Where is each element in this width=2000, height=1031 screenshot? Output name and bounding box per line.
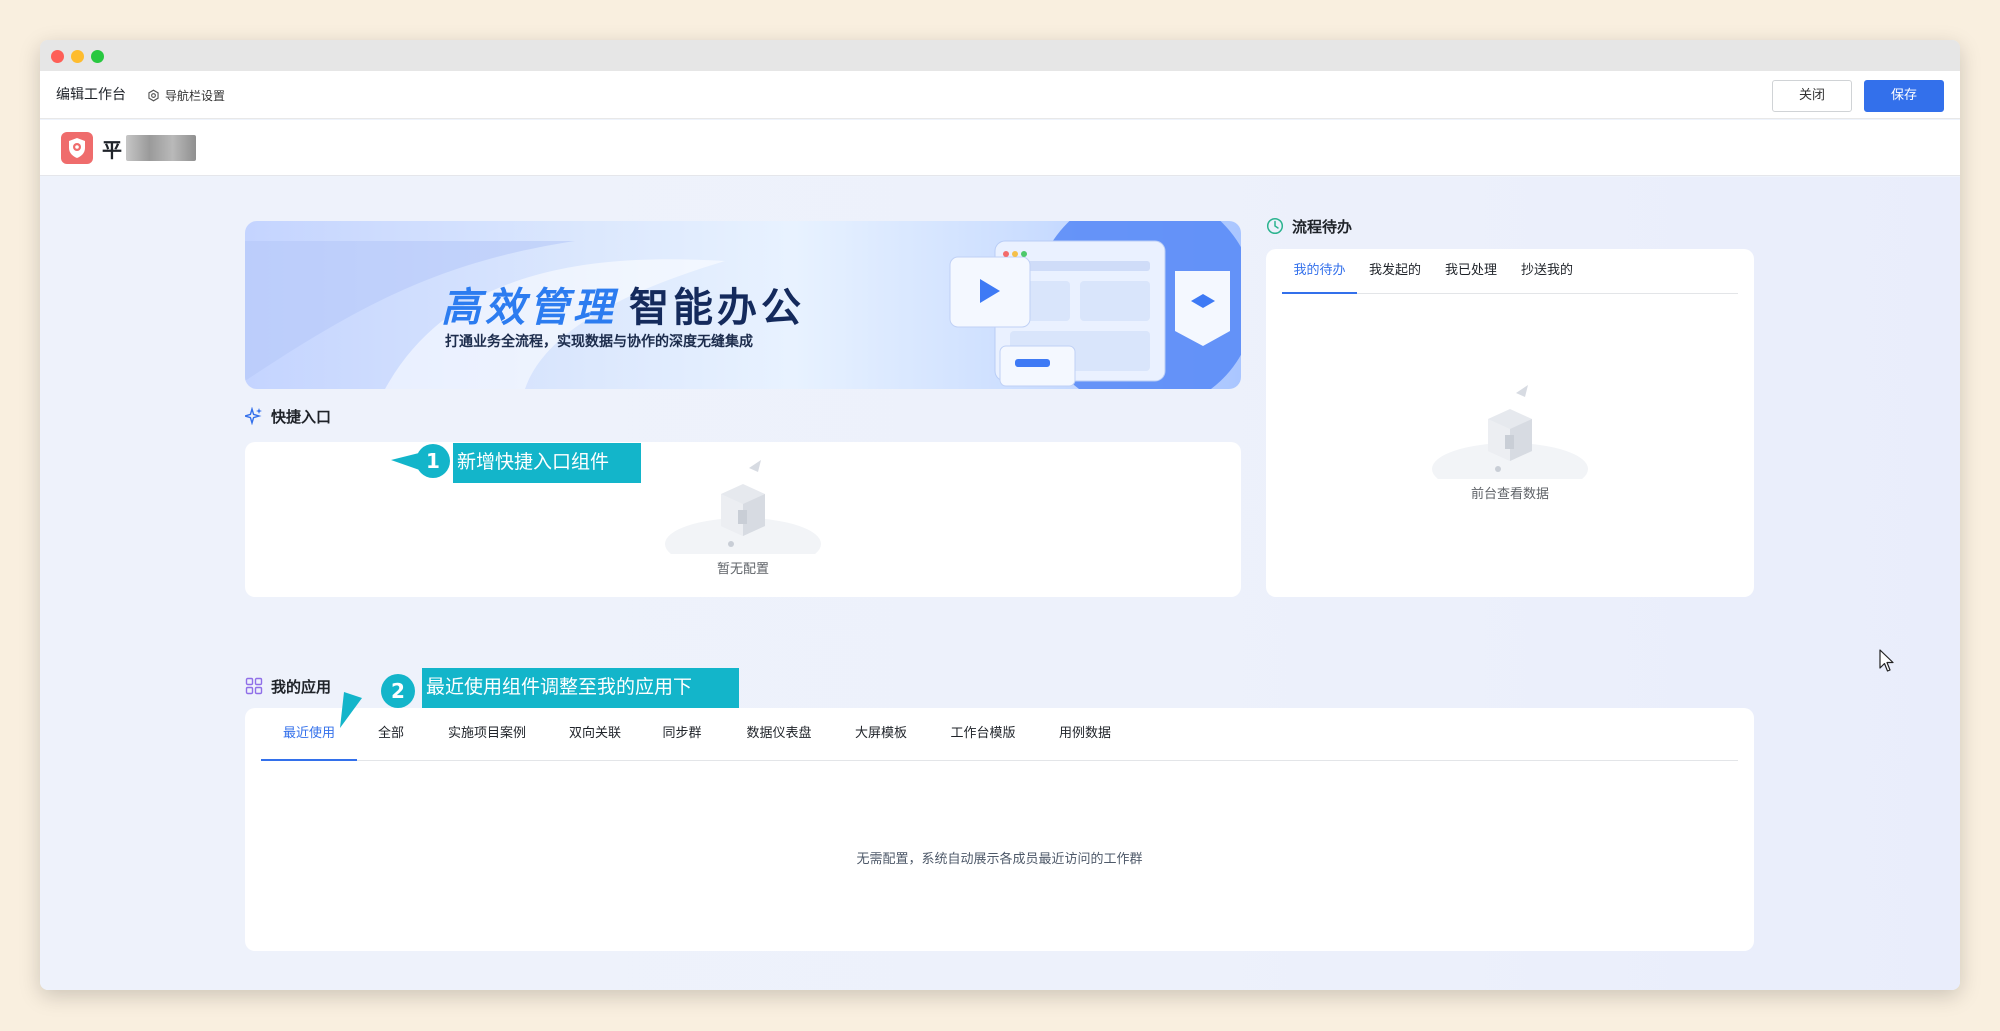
my-apps-card: 最近使用 全部 实施项目案例 双向关联 同步群 数据仪表盘 大屏模板 工作台模版… bbox=[245, 708, 1754, 951]
annotation-1-badge: 1 bbox=[416, 444, 450, 478]
empty-box-illustration bbox=[1432, 385, 1588, 479]
grid-icon bbox=[245, 677, 263, 695]
editor-toolbar: 编辑工作台 导航栏设置 关闭 保存 bbox=[40, 71, 1960, 119]
workspace-canvas: 高效管理 智能办公 打通业务全流程，实现数据与协作的深度无缝集成 快捷入口 暂无配… bbox=[40, 177, 1960, 990]
settings-icon bbox=[148, 89, 159, 101]
annotation-2-badge: 2 bbox=[381, 674, 415, 708]
tab-all[interactable]: 全部 bbox=[357, 708, 425, 760]
shield-logo-icon bbox=[69, 138, 85, 158]
annotation-2-callout: 最近使用组件调整至我的应用下 bbox=[422, 668, 739, 708]
workflow-card: 我的待办 我发起的 我已处理 抄送我的 前台查看数据 bbox=[1266, 249, 1754, 597]
my-apps-title: 我的应用 bbox=[271, 677, 332, 696]
sparkle-icon bbox=[245, 407, 262, 425]
quick-entry-empty-state: 暂无配置 bbox=[663, 454, 823, 577]
tab-workbench-templates[interactable]: 工作台模版 bbox=[927, 708, 1039, 760]
tab-bidirectional[interactable]: 双向关联 bbox=[549, 708, 641, 760]
org-name-text: 平 bbox=[102, 137, 122, 162]
org-logo bbox=[61, 132, 93, 164]
org-name: 平 bbox=[102, 132, 196, 164]
workflow-title: 流程待办 bbox=[1292, 217, 1353, 236]
banner-title-a: 高效管理 bbox=[441, 285, 617, 331]
close-window-button[interactable] bbox=[51, 50, 64, 63]
nav-settings-label: 导航栏设置 bbox=[165, 88, 226, 103]
workflow-empty-text: 前台查看数据 bbox=[1470, 487, 1549, 502]
close-button[interactable]: 关闭 bbox=[1772, 80, 1852, 112]
banner-title: 高效管理 智能办公 bbox=[441, 275, 805, 333]
my-apps-empty-text: 无需配置，系统自动展示各成员最近访问的工作群 bbox=[856, 852, 1143, 867]
tab-sample-data[interactable]: 用例数据 bbox=[1039, 708, 1131, 760]
tab-my-todo[interactable]: 我的待办 bbox=[1282, 249, 1357, 294]
my-apps-heading: 我的应用 bbox=[245, 671, 331, 701]
mouse-cursor-icon bbox=[1879, 649, 1894, 672]
tab-my-initiated[interactable]: 我发起的 bbox=[1357, 249, 1433, 293]
tab-project-cases[interactable]: 实施项目案例 bbox=[425, 708, 549, 760]
minimize-window-button[interactable] bbox=[71, 50, 84, 63]
my-apps-tabs: 最近使用 全部 实施项目案例 双向关联 同步群 数据仪表盘 大屏模板 工作台模版… bbox=[261, 708, 1738, 761]
annotation-1-callout: 新增快捷入口组件 bbox=[453, 443, 641, 483]
quick-entry-title: 快捷入口 bbox=[271, 407, 332, 426]
blurred-org-name bbox=[126, 135, 196, 161]
banner-subtitle: 打通业务全流程，实现数据与协作的深度无缝集成 bbox=[445, 334, 753, 350]
tab-sync-group[interactable]: 同步群 bbox=[641, 708, 723, 760]
banner: 高效管理 智能办公 打通业务全流程，实现数据与协作的深度无缝集成 bbox=[245, 221, 1241, 389]
workflow-tabs: 我的待办 我发起的 我已处理 抄送我的 bbox=[1282, 249, 1738, 294]
nav-settings-link[interactable]: 导航栏设置 bbox=[147, 71, 225, 119]
banner-title-b: 智能办公 bbox=[629, 285, 805, 331]
quick-entry-empty-text: 暂无配置 bbox=[716, 562, 769, 577]
app-window: 编辑工作台 导航栏设置 关闭 保存 平 高效管理 智能办公 打通业务全流程，实现… bbox=[40, 40, 1960, 990]
tab-my-processed[interactable]: 我已处理 bbox=[1433, 249, 1509, 293]
annotation-2-pointer bbox=[340, 692, 362, 728]
workspace-header: 平 bbox=[40, 120, 1960, 176]
quick-entry-heading: 快捷入口 bbox=[245, 401, 331, 431]
editor-title: 编辑工作台 bbox=[56, 87, 126, 103]
maximize-window-button[interactable] bbox=[91, 50, 104, 63]
workflow-empty-state: 前台查看数据 bbox=[1430, 379, 1590, 502]
tab-dashboard[interactable]: 数据仪表盘 bbox=[723, 708, 835, 760]
empty-box-illustration bbox=[665, 460, 821, 554]
save-button[interactable]: 保存 bbox=[1864, 80, 1944, 112]
tab-cc-me[interactable]: 抄送我的 bbox=[1509, 249, 1585, 293]
window-titlebar bbox=[40, 40, 1960, 71]
tab-screen-templates[interactable]: 大屏模板 bbox=[835, 708, 927, 760]
clock-icon bbox=[1266, 217, 1284, 235]
workflow-heading: 流程待办 bbox=[1266, 212, 1352, 240]
